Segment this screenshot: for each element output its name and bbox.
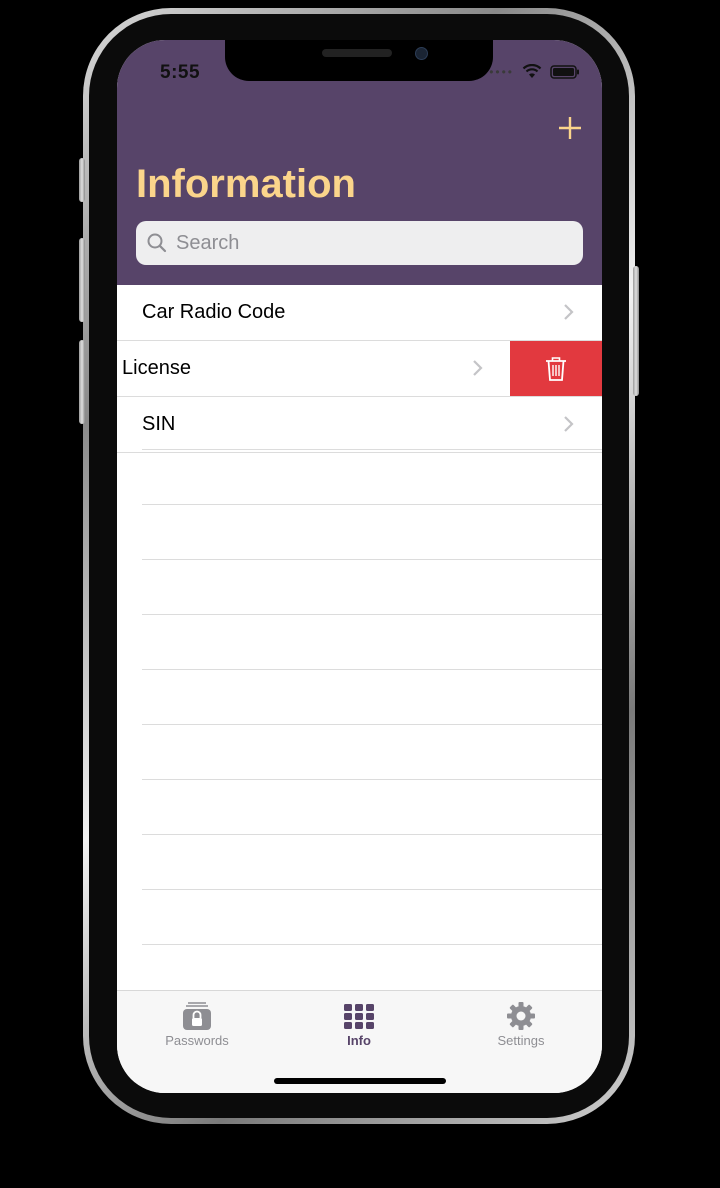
notch	[225, 40, 493, 81]
row-separator	[142, 779, 602, 780]
lock-box-icon	[183, 1002, 211, 1030]
volume-up-button	[79, 238, 85, 322]
list-item[interactable]: Car Radio Code	[117, 285, 602, 341]
header: 5:55 •••• Information	[117, 40, 602, 285]
row-separator	[142, 834, 602, 835]
screen: 5:55 •••• Information Search Car Radio C…	[117, 40, 602, 1093]
wifi-icon	[522, 64, 542, 78]
list-item-label: SIN	[142, 413, 176, 435]
row-separator	[142, 449, 602, 450]
row-separator	[142, 504, 602, 505]
row-separator	[142, 669, 602, 670]
tab-bar: Passwords Info Settings	[117, 990, 602, 1093]
row-separator	[142, 559, 602, 560]
list-item[interactable]: SIN	[117, 397, 602, 453]
chevron-right-icon	[473, 360, 483, 376]
battery-icon	[550, 64, 579, 79]
search-icon	[147, 233, 167, 253]
row-separator	[142, 944, 602, 945]
trash-icon	[546, 356, 566, 381]
chevron-right-icon	[564, 304, 574, 320]
row-separator	[142, 889, 602, 890]
row-separator	[142, 614, 602, 615]
list-item-label: License	[122, 357, 191, 379]
volume-down-button	[79, 340, 85, 424]
status-icons: ••••	[489, 64, 580, 79]
gear-icon	[507, 1002, 535, 1030]
status-time: 5:55	[160, 62, 201, 83]
chevron-right-icon	[564, 416, 574, 432]
page-title: Information	[136, 162, 356, 206]
tab-label: Info	[347, 1033, 371, 1048]
tab-passwords[interactable]: Passwords	[127, 1001, 267, 1048]
search-bar[interactable]	[136, 221, 583, 265]
grid-icon	[344, 1004, 374, 1029]
side-button	[633, 266, 639, 396]
speaker-grille	[322, 49, 392, 57]
search-input[interactable]	[174, 230, 568, 256]
list-item[interactable]: License	[117, 341, 602, 397]
mute-switch	[79, 158, 85, 202]
signal-icon: ••••	[489, 64, 514, 79]
tab-label: Passwords	[165, 1033, 229, 1048]
info-list: Car Radio Code License SIN	[117, 285, 602, 453]
tab-info[interactable]: Info	[289, 1001, 429, 1048]
row-separator	[142, 724, 602, 725]
delete-button[interactable]	[510, 341, 602, 396]
home-indicator	[274, 1078, 446, 1084]
camera-icon	[415, 47, 428, 60]
tab-label: Settings	[497, 1033, 545, 1048]
tab-settings[interactable]: Settings	[451, 1001, 591, 1048]
list-item-label: Car Radio Code	[142, 301, 286, 323]
plus-icon[interactable]	[554, 112, 586, 144]
